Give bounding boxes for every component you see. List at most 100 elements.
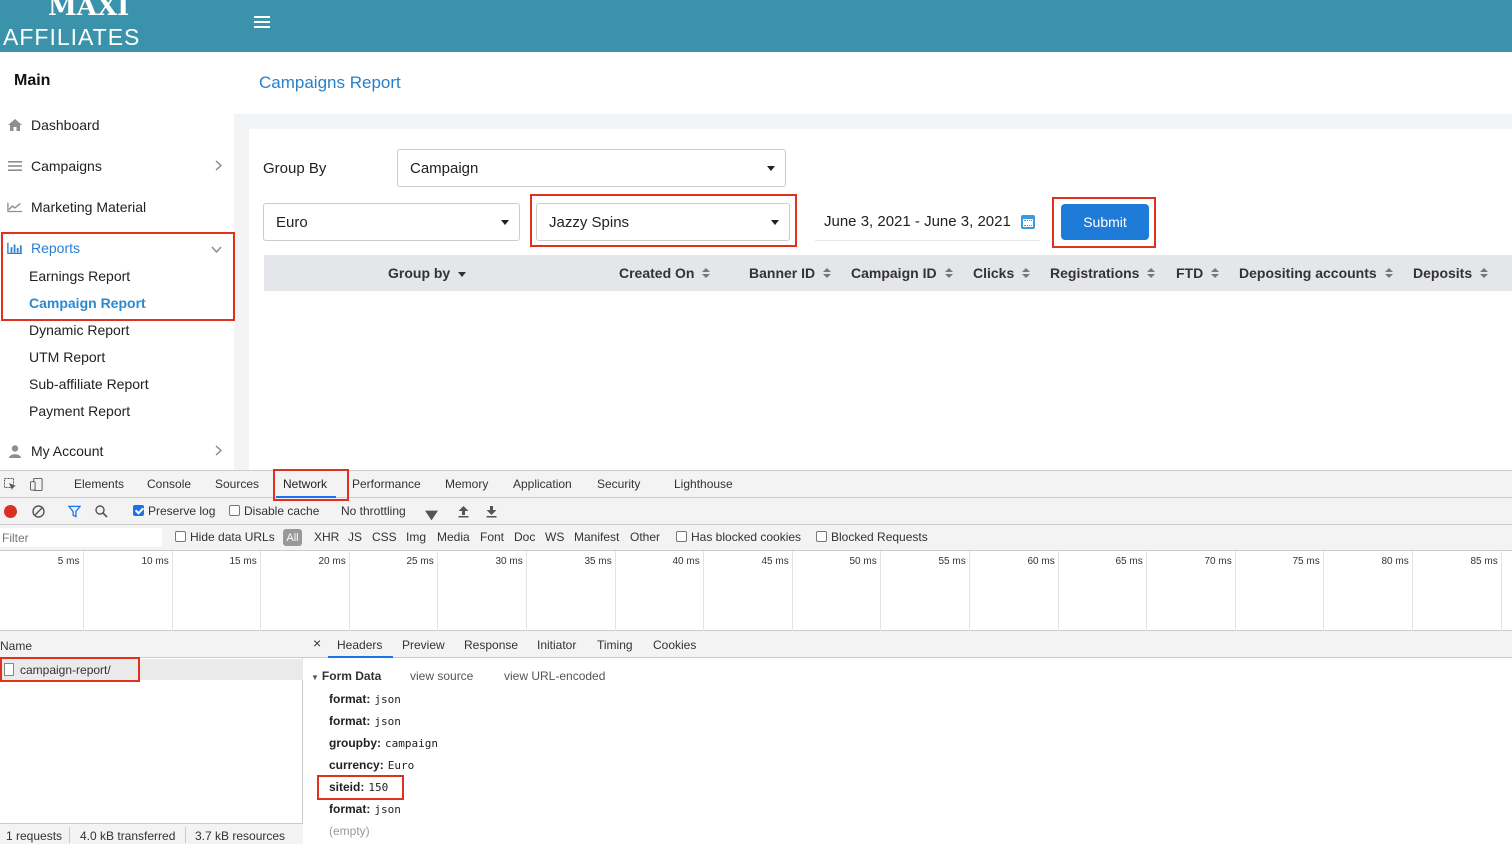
devtools-tab-bar: Elements Console Sources Network Perform… xyxy=(0,471,1512,498)
view-source-link[interactable]: view source xyxy=(410,669,473,683)
logo[interactable]: MAXI AFFILIATES xyxy=(0,0,142,52)
record-icon[interactable] xyxy=(4,505,17,518)
tab-application[interactable]: Application xyxy=(513,477,572,491)
column-depositing-accounts[interactable]: Depositing accounts xyxy=(1239,255,1393,291)
sidebar-item-reports[interactable]: Reports xyxy=(0,234,234,262)
site-select[interactable]: Jazzy Spins xyxy=(536,203,790,241)
filter-ws[interactable]: WS xyxy=(545,530,564,544)
sidebar-item-marketing-material[interactable]: Marketing Material xyxy=(0,193,234,221)
filter-other[interactable]: Other xyxy=(630,530,660,544)
timeline-gridline xyxy=(615,551,616,631)
sidebar-item-my-account[interactable]: My Account xyxy=(0,437,234,465)
column-banner-id[interactable]: Banner ID xyxy=(749,255,832,291)
sidebar-subitem-sub-affiliate-report[interactable]: Sub-affiliate Report xyxy=(29,376,149,392)
tab-security[interactable]: Security xyxy=(597,477,640,491)
tab-sources[interactable]: Sources xyxy=(215,477,259,491)
column-label: Deposits xyxy=(1413,265,1473,281)
device-toolbar-icon[interactable] xyxy=(30,478,43,491)
form-data-title: Form Data xyxy=(321,669,382,683)
sidebar-subitem-dynamic-report[interactable]: Dynamic Report xyxy=(29,322,129,338)
filter-js[interactable]: JS xyxy=(348,530,362,544)
group-by-select[interactable]: Campaign xyxy=(397,149,786,187)
logo-top-text: MAXI xyxy=(48,0,130,22)
timeline-tick-label: 30 ms xyxy=(495,556,523,567)
filter-input[interactable] xyxy=(0,528,162,547)
tab-network[interactable]: Network xyxy=(283,477,327,491)
timeline-gridline xyxy=(349,551,350,631)
timeline-tick-label: 60 ms xyxy=(1027,556,1055,567)
disable-cache-checkbox[interactable]: Disable cache xyxy=(229,504,319,518)
filter-xhr[interactable]: XHR xyxy=(314,530,339,544)
sidebar-item-campaigns[interactable]: Campaigns xyxy=(0,152,234,180)
form-value: json xyxy=(374,803,401,816)
export-har-icon[interactable] xyxy=(485,505,498,518)
form-value: campaign xyxy=(385,737,438,750)
tab-console[interactable]: Console xyxy=(147,477,191,491)
preserve-log-checkbox[interactable]: Preserve log xyxy=(133,504,215,518)
submit-button[interactable]: Submit xyxy=(1061,204,1149,240)
filter-all-button[interactable]: All xyxy=(283,529,302,546)
filter-doc[interactable]: Doc xyxy=(514,530,535,544)
import-har-icon[interactable] xyxy=(457,505,470,518)
currency-select[interactable]: Euro xyxy=(263,203,520,241)
date-range-picker[interactable]: June 3, 2021 - June 3, 2021 xyxy=(815,203,1040,241)
checkbox-label: Preserve log xyxy=(148,504,216,518)
sidebar-item-label: Dashboard xyxy=(31,117,100,133)
column-label: Created On xyxy=(619,265,695,281)
form-data-section-toggle[interactable]: ▼ Form Data xyxy=(311,669,381,683)
sidebar-subitem-campaign-report[interactable]: Campaign Report xyxy=(29,295,146,311)
blocked-requests-checkbox[interactable]: Blocked Requests xyxy=(816,530,928,544)
sidebar-subitem-earnings-report[interactable]: Earnings Report xyxy=(29,268,130,284)
column-registrations[interactable]: Registrations xyxy=(1050,255,1156,291)
sidebar-item-dashboard[interactable]: Dashboard xyxy=(0,111,234,139)
filter-font[interactable]: Font xyxy=(480,530,504,544)
filter-icon[interactable] xyxy=(68,505,81,518)
column-created-on[interactable]: Created On xyxy=(619,255,711,291)
timeline-gridline xyxy=(1146,551,1147,631)
triangle-down-icon: ▼ xyxy=(311,673,319,682)
tab-initiator[interactable]: Initiator xyxy=(537,638,576,652)
tab-elements[interactable]: Elements xyxy=(74,477,124,491)
close-icon[interactable]: × xyxy=(313,635,321,651)
tab-headers[interactable]: Headers xyxy=(337,638,382,652)
search-icon[interactable] xyxy=(95,505,108,518)
date-range-value: June 3, 2021 - June 3, 2021 xyxy=(824,213,1011,230)
caret-down-icon xyxy=(501,220,509,225)
column-clicks[interactable]: Clicks xyxy=(973,255,1031,291)
tab-preview[interactable]: Preview xyxy=(402,638,445,652)
tab-lighthouse[interactable]: Lighthouse xyxy=(674,477,733,491)
request-row[interactable]: campaign-report/ xyxy=(0,659,303,680)
dropdown-arrow-icon[interactable] xyxy=(425,509,438,522)
view-url-encoded-link[interactable]: view URL-encoded xyxy=(504,669,605,683)
throttling-select[interactable]: No throttling xyxy=(341,504,406,518)
timeline-tick-label: 15 ms xyxy=(229,556,257,567)
chevron-down-icon xyxy=(211,241,222,256)
filter-manifest[interactable]: Manifest xyxy=(574,530,619,544)
column-campaign-id[interactable]: Campaign ID xyxy=(851,255,953,291)
tab-cookies[interactable]: Cookies xyxy=(653,638,696,652)
clear-icon[interactable] xyxy=(32,505,45,518)
filter-css[interactable]: CSS xyxy=(372,530,397,544)
checkbox-checked xyxy=(133,505,144,516)
hide-data-urls-checkbox[interactable]: Hide data URLs xyxy=(175,530,275,544)
has-blocked-cookies-checkbox[interactable]: Has blocked cookies xyxy=(676,530,801,544)
menu-toggle-icon[interactable] xyxy=(254,16,270,30)
network-timeline-overview[interactable]: 5 ms 10 ms 15 ms 20 ms 25 ms 30 ms 35 ms 40 ms 4… xyxy=(0,551,1512,631)
tab-timing[interactable]: Timing xyxy=(597,638,633,652)
column-group-by[interactable]: Group by xyxy=(388,255,467,291)
tab-memory[interactable]: Memory xyxy=(445,477,488,491)
sort-icon xyxy=(1022,267,1031,279)
column-ftd[interactable]: FTD xyxy=(1176,255,1220,291)
timeline-tick-label: 45 ms xyxy=(761,556,789,567)
name-column-header[interactable]: Name xyxy=(0,631,303,658)
caret-down-icon xyxy=(767,166,775,171)
filter-img[interactable]: Img xyxy=(406,530,426,544)
filter-media[interactable]: Media xyxy=(437,530,470,544)
sidebar-subitem-payment-report[interactable]: Payment Report xyxy=(29,403,130,419)
sidebar-subitem-utm-report[interactable]: UTM Report xyxy=(29,349,105,365)
checkbox-unchecked xyxy=(676,531,687,542)
tab-response[interactable]: Response xyxy=(464,638,518,652)
inspect-element-icon[interactable] xyxy=(4,478,17,491)
tab-performance[interactable]: Performance xyxy=(352,477,421,491)
column-deposits[interactable]: Deposits xyxy=(1413,255,1489,291)
